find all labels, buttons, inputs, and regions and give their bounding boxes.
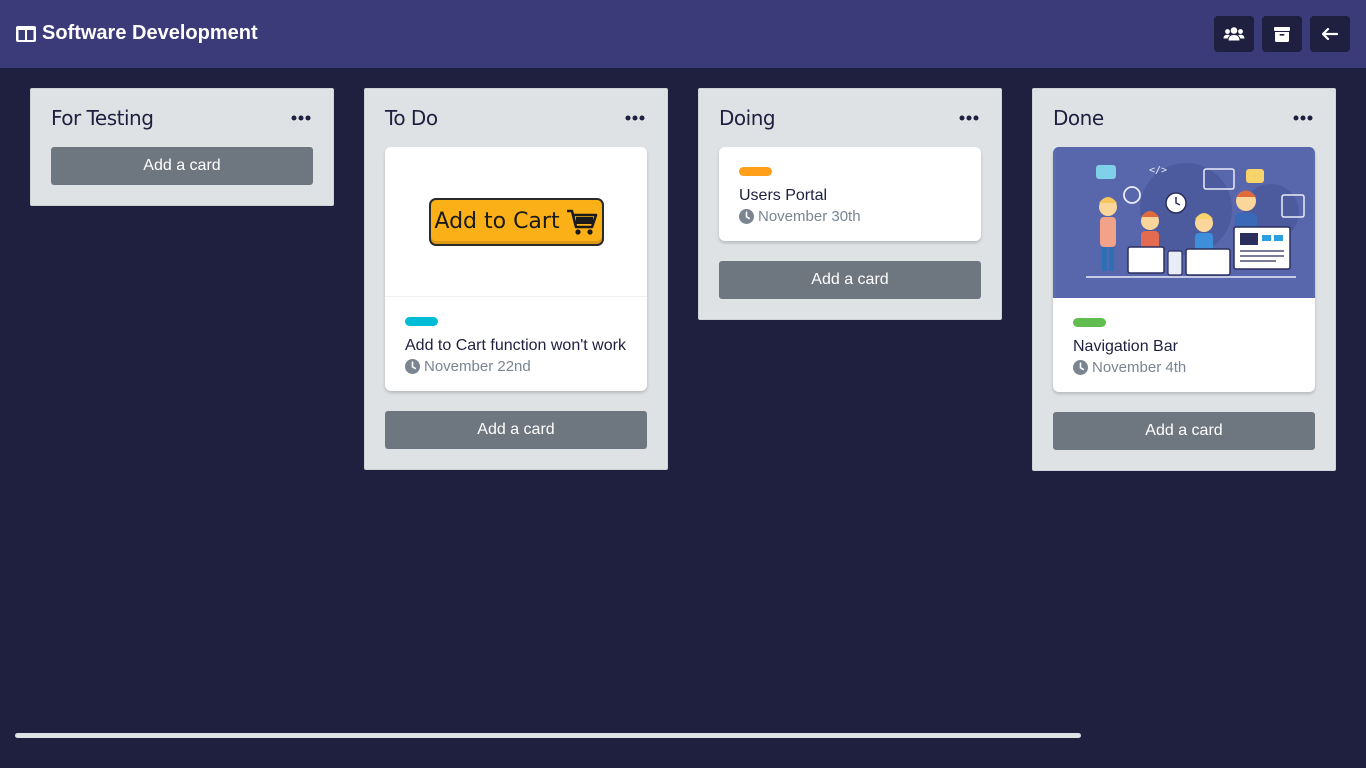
users-icon (1223, 27, 1245, 41)
members-button[interactable] (1214, 16, 1254, 52)
clock-icon (1073, 360, 1088, 375)
top-bar: Software Development (0, 0, 1366, 68)
back-button[interactable] (1310, 16, 1350, 52)
add-to-cart-image: Add to Cart (428, 197, 604, 246)
list-header: To Do (385, 89, 647, 147)
add-card-button[interactable]: Add a card (385, 411, 647, 449)
due-date-text: November 30th (758, 208, 861, 225)
list-for-testing: For Testing Add a card (30, 88, 334, 206)
list-doing: Doing Users Portal November 30th Add a c… (698, 88, 1002, 320)
board-title: Software Development (16, 22, 258, 45)
top-actions (1214, 16, 1350, 52)
label-pill (739, 167, 772, 176)
list-header: Doing (719, 89, 981, 147)
archive-button[interactable] (1262, 16, 1302, 52)
add-card-button[interactable]: Add a card (51, 147, 313, 185)
more-icon (625, 115, 645, 121)
add-card-button[interactable]: Add a card (719, 261, 981, 299)
archive-icon (1274, 26, 1290, 42)
developers-illustration: </> (1055, 147, 1313, 298)
list-menu-button[interactable] (623, 106, 647, 130)
cover-text: Add to Cart (434, 209, 560, 234)
horizontal-scrollbar[interactable] (15, 733, 1081, 738)
card[interactable]: Users Portal November 30th (719, 147, 981, 241)
card-cover-image: Add to Cart (385, 147, 647, 297)
card-title: Users Portal (739, 187, 828, 204)
card[interactable]: Add to Cart Add to Cart function won't w… (385, 147, 647, 391)
clock-icon (405, 359, 420, 374)
list-title: For Testing (51, 106, 154, 130)
due-date-text: November 22nd (424, 358, 531, 375)
more-icon (291, 115, 311, 121)
list-title: Done (1053, 106, 1104, 130)
clock-icon (739, 209, 754, 224)
list-done: Done </> Navigation Bar November 4th Add… (1032, 88, 1336, 471)
list-header: For Testing (51, 89, 313, 147)
list-menu-button[interactable] (1291, 106, 1315, 130)
list-menu-button[interactable] (957, 106, 981, 130)
card-due-date: November 22nd (405, 358, 627, 375)
card-due-date: November 30th (739, 208, 961, 225)
list-to-do: To Do Add to Cart Add to Cart function w… (364, 88, 668, 470)
list-title: To Do (385, 106, 438, 130)
board-title-text: Software Development (42, 22, 258, 44)
list-menu-button[interactable] (289, 106, 313, 130)
list-title: Doing (719, 106, 776, 130)
arrow-left-icon (1322, 28, 1338, 40)
due-date-text: November 4th (1092, 359, 1187, 376)
board-icon (16, 25, 36, 42)
cart-icon (566, 209, 597, 235)
add-card-button[interactable]: Add a card (1053, 412, 1315, 450)
card[interactable]: </> Navigation Bar November 4th (1053, 147, 1315, 392)
card-cover-image: </> (1053, 147, 1315, 298)
more-icon (1293, 115, 1313, 121)
svg-text:</>: </> (1149, 165, 1167, 176)
label-pill (405, 317, 438, 326)
card-due-date: November 4th (1073, 359, 1295, 376)
more-icon (959, 115, 979, 121)
card-title: Navigation Bar (1073, 338, 1178, 355)
card-title: Add to Cart function won't work (405, 337, 626, 354)
label-pill (1073, 318, 1106, 327)
list-header: Done (1053, 89, 1315, 147)
